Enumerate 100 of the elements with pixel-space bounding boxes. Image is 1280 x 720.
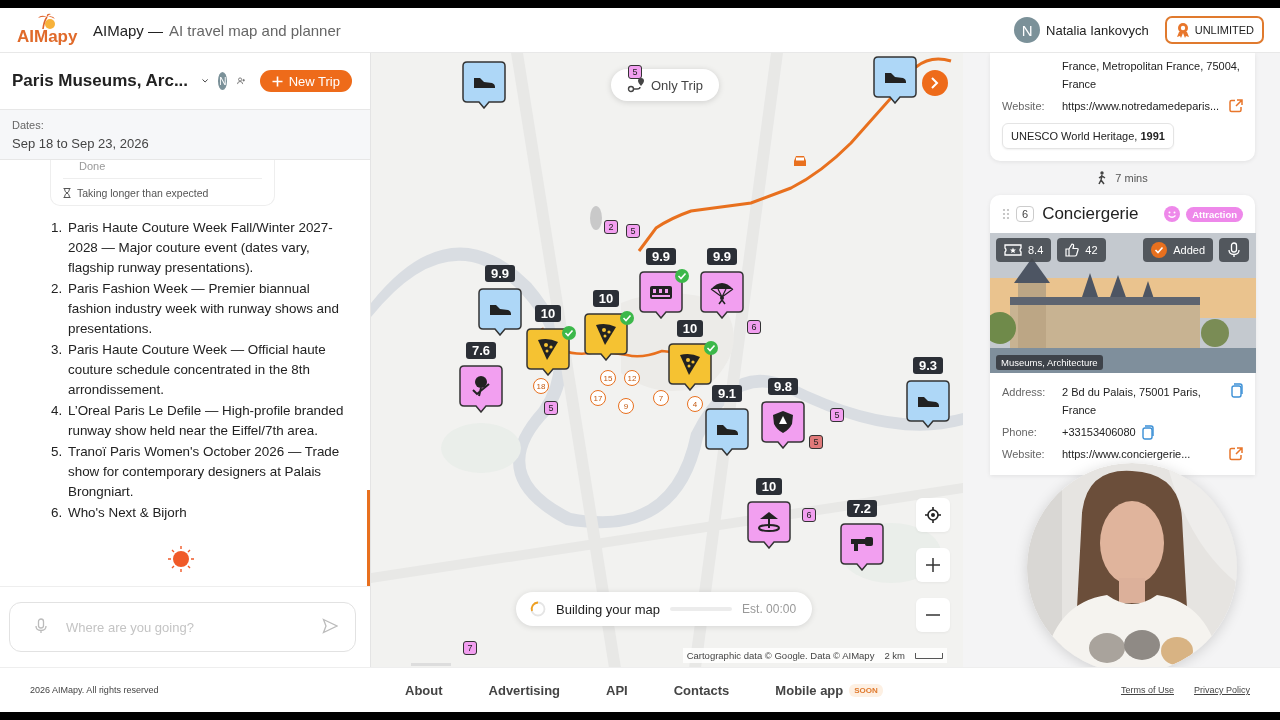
score-label: 9.9 — [706, 248, 738, 265]
rating-chip: 8.4 — [996, 238, 1052, 262]
score-label: 9.9 — [484, 265, 516, 282]
thumbs-up-icon — [1065, 243, 1080, 257]
website-label: Website: — [1002, 99, 1046, 114]
map-marker[interactable] — [747, 501, 791, 549]
map-marker[interactable] — [478, 288, 522, 336]
likes-chip[interactable]: 42 — [1057, 238, 1106, 262]
scrollbar[interactable] — [367, 490, 370, 586]
copyright-text: 2026 AIMapy. All rights reserved — [30, 685, 160, 695]
score-label: 7.6 — [465, 342, 497, 359]
footer-link[interactable]: Mobile app — [775, 682, 844, 698]
list-number: 1. — [51, 219, 64, 237]
chevron-down-icon[interactable] — [202, 77, 209, 85]
address-label: Address: — [1002, 385, 1047, 400]
list-number: 4. — [51, 402, 64, 420]
colosseum-icon — [650, 286, 672, 299]
pizza-icon — [596, 323, 616, 345]
attribution-text: Cartographic data © Google. Data © AIMapy — [686, 650, 875, 661]
travel-time: 7 mins — [1115, 172, 1148, 184]
plus-icon — [926, 558, 940, 572]
external-link-icon[interactable] — [1229, 99, 1243, 113]
count-pin[interactable]: 5 — [544, 401, 558, 415]
score-label: 9.9 — [645, 248, 677, 265]
locate-button[interactable] — [916, 498, 950, 532]
walking-icon — [1097, 171, 1108, 185]
score-label: 9.1 — [711, 385, 743, 402]
zoom-in-button[interactable] — [916, 548, 950, 582]
drag-handle-icon[interactable] — [1002, 208, 1010, 220]
count-pin[interactable]: 5 — [628, 65, 642, 79]
count-pin[interactable]: 5 — [809, 435, 823, 449]
plus-icon — [271, 75, 283, 87]
count-pin[interactable]: 2 — [604, 220, 618, 234]
pizza-icon — [680, 353, 700, 375]
golf-ball-icon — [472, 376, 490, 397]
map-marker[interactable] — [906, 380, 950, 428]
heritage-badge: UNESCO World Heritage, 1991 — [1002, 123, 1174, 149]
trip-dates: Sep 18 to Sep 23, 2026 — [12, 136, 150, 151]
score-label: 10 — [676, 320, 704, 337]
shield-icon — [773, 411, 793, 433]
map-marker[interactable] — [462, 61, 506, 109]
user-name[interactable]: Natalia Iankovych — [1046, 22, 1149, 38]
zoom-out-button[interactable] — [916, 598, 950, 632]
shoe-icon — [474, 78, 495, 88]
list-number: 6. — [51, 504, 64, 522]
shoe-icon — [918, 397, 939, 407]
count-pin[interactable]: 7 — [463, 641, 477, 655]
website-link[interactable]: https://www.conciergerie... — [1062, 445, 1223, 463]
count-pin[interactable]: 5 — [830, 408, 844, 422]
copy-icon[interactable] — [1141, 424, 1154, 440]
category-tag: Attraction — [1186, 206, 1243, 222]
address-text: 2 Bd du Palais, 75001 Paris, France — [1062, 385, 1202, 418]
score-label: 10 — [592, 290, 620, 307]
legal-link[interactable]: Privacy Policy — [1194, 685, 1250, 695]
minus-icon — [926, 614, 940, 616]
external-link-icon[interactable] — [1229, 447, 1243, 461]
carousel-icon — [758, 512, 780, 532]
footer-link[interactable]: API — [606, 682, 628, 698]
footer-link[interactable]: About — [405, 682, 443, 698]
list-number: 5. — [51, 443, 64, 461]
count-pin[interactable]: 6 — [802, 508, 816, 522]
spinner-icon — [530, 601, 546, 617]
map-marker[interactable] — [761, 401, 805, 449]
map-marker[interactable] — [700, 271, 744, 319]
shoe-icon — [717, 425, 738, 435]
event-text: Who's Next & Bijorh — [68, 504, 188, 522]
event-text: Paris Haute Couture Week — Official haute couture schedule concentrated in the 8th arrondissement. — [68, 341, 327, 399]
pizza-icon — [538, 338, 558, 360]
shoe-icon — [490, 305, 511, 315]
count-pin[interactable]: 6 — [747, 320, 761, 334]
copy-icon[interactable] — [1231, 383, 1243, 398]
shoe-icon — [885, 73, 906, 83]
tagline: AI travel map and planner — [169, 21, 341, 39]
map-marker[interactable] — [459, 365, 503, 413]
chevron-right-icon — [930, 77, 940, 89]
score-label: 10 — [534, 305, 562, 322]
car-icon — [792, 155, 808, 167]
legal-link[interactable]: Terms of Use — [1120, 685, 1174, 695]
footer-link[interactable]: Advertising — [488, 682, 561, 698]
progress-note: Taking longer than expected — [77, 187, 209, 199]
list-number: 3. — [51, 341, 64, 359]
website-link[interactable]: https://www.notredamedeparis... — [1062, 97, 1223, 115]
status-text: Building your map — [556, 601, 661, 617]
plan-badge[interactable]: UNLIMITED — [1164, 16, 1264, 44]
map-marker[interactable] — [873, 56, 917, 104]
step-status: Done — [63, 160, 262, 179]
map-marker[interactable] — [705, 408, 749, 456]
audio-button[interactable] — [1219, 238, 1249, 262]
route-icon — [627, 77, 645, 93]
map-marker[interactable] — [840, 523, 884, 571]
footer-link[interactable]: Contacts — [673, 682, 730, 698]
sun-icon — [167, 545, 195, 573]
list-number: 2. — [51, 280, 64, 298]
event-text: Paris Haute Couture Week Fall/Winter 2027-2028 — Major couture event (dates vary, flagship runway presentations). — [68, 219, 334, 277]
scale-text: 2 km — [884, 650, 905, 661]
stop-number: 6 — [1016, 206, 1035, 222]
score-label: 9.3 — [912, 357, 944, 374]
phone-label: Phone: — [1002, 425, 1038, 440]
added-button[interactable]: Added — [1143, 238, 1213, 262]
count-pin[interactable]: 5 — [626, 224, 640, 238]
